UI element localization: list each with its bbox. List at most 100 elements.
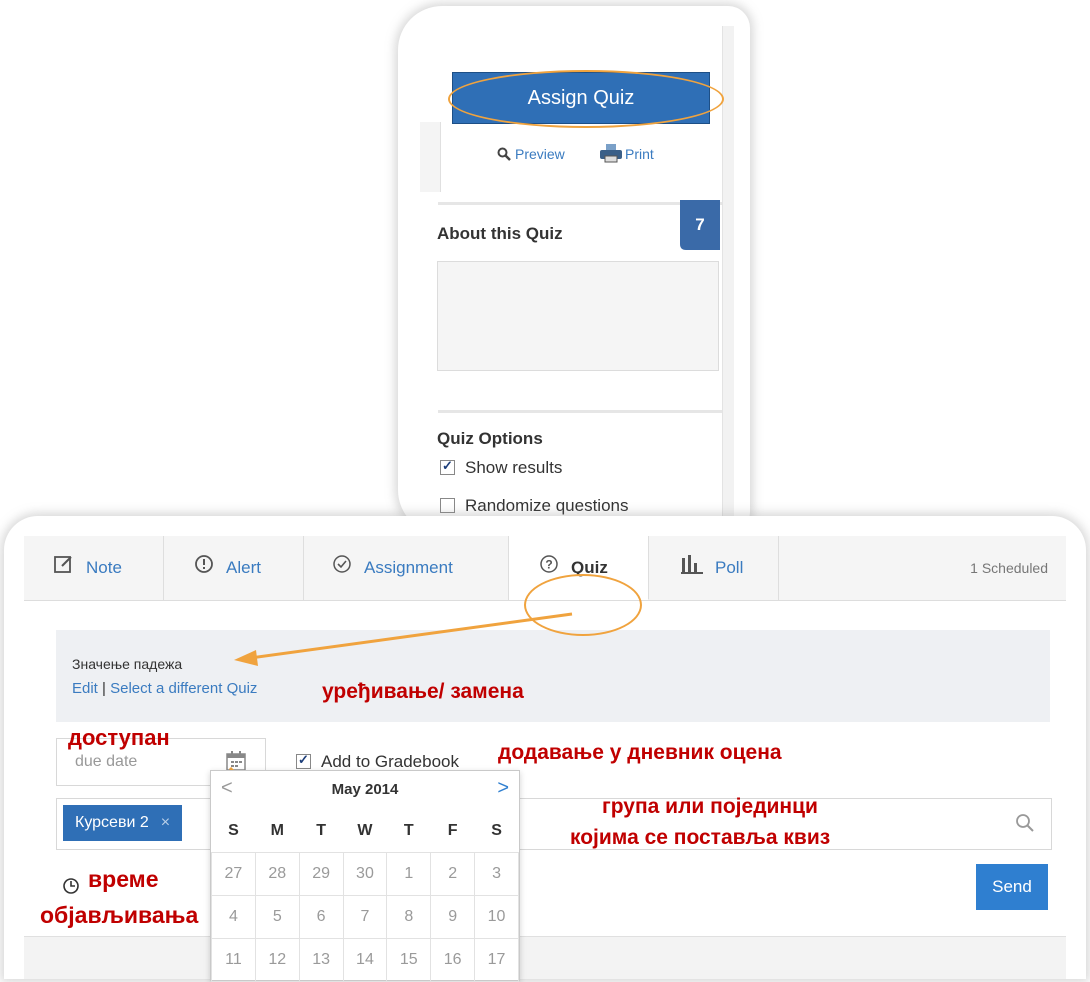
search-icon	[497, 147, 511, 161]
weekday-label: S	[474, 809, 519, 853]
calendar-day[interactable]: 7	[342, 895, 388, 939]
recipient-chip-label: Курсеви 2	[75, 814, 149, 831]
post-type-tabs: Note Alert Assignment ? Quiz Poll 1 Sched…	[24, 536, 1066, 601]
print-label: Print	[625, 146, 654, 162]
randomize-option[interactable]: Randomize questions	[440, 496, 628, 516]
calendar-month-label: May 2014	[331, 781, 399, 798]
clock-icon	[62, 877, 80, 900]
calendar-day[interactable]: 28	[254, 852, 300, 896]
date-picker: < May 2014 > S M T W T F S 27 28 29 30 1…	[210, 770, 520, 982]
due-date-placeholder: due date	[75, 753, 138, 770]
link-separator: |	[102, 680, 106, 697]
calendar-day[interactable]: 17	[474, 938, 519, 982]
calendar-day[interactable]: 14	[342, 938, 388, 982]
note-icon	[54, 537, 74, 601]
about-quiz-title: About this Quiz	[437, 224, 563, 243]
calendar-day[interactable]: 16	[430, 938, 476, 982]
calendar-day[interactable]: 2	[430, 852, 476, 896]
weekday-label: F	[430, 809, 475, 853]
search-icon[interactable]	[1015, 813, 1035, 838]
add-to-gradebook-option[interactable]: Add to Gradebook	[296, 752, 459, 772]
annotation-gradebook: додавање у дневник оцена	[498, 741, 782, 764]
quiz-name: Значење падежа	[72, 656, 183, 672]
randomize-label: Randomize questions	[465, 496, 629, 515]
annotation-time-line1: време	[88, 866, 159, 892]
calendar-day[interactable]: 3	[474, 852, 519, 896]
tab-quiz-label: Quiz	[571, 558, 608, 577]
calendar-week: 11 12 13 14 15 16 17	[211, 938, 519, 982]
weekday-label: M	[255, 809, 300, 853]
tab-note[interactable]: Note	[24, 536, 164, 600]
tab-alert[interactable]: Alert	[164, 536, 304, 600]
annotation-group-line1: група или појединци	[602, 795, 818, 818]
calendar-grid: S M T W T F S 27 28 29 30 1 2 3 4 5 6 7 …	[211, 809, 519, 982]
sidebar-edge	[420, 122, 441, 192]
calendar-day[interactable]: 6	[298, 895, 344, 939]
annotation-group-line2: којима се поставља квиз	[570, 826, 831, 849]
annotation-edit-replace: уређивање/ замена	[322, 680, 524, 703]
quiz-links: Edit | Select a different Quiz	[72, 680, 257, 697]
quiz-options-title: Quiz Options	[437, 429, 543, 448]
footer-strip	[24, 936, 1066, 979]
calendar-day[interactable]: 9	[430, 895, 476, 939]
calendar-day[interactable]: 1	[386, 852, 432, 896]
annotation-available: доступан	[68, 725, 170, 750]
calendar-day[interactable]: 10	[474, 895, 519, 939]
preview-link[interactable]: Preview	[497, 146, 565, 162]
calendar-day[interactable]: 4	[211, 895, 256, 939]
svg-text:?: ?	[545, 557, 552, 571]
select-different-quiz-link[interactable]: Select a different Quiz	[110, 680, 257, 697]
next-month-button[interactable]: >	[497, 777, 509, 800]
weekday-label: T	[299, 809, 344, 853]
weekday-label: T	[386, 809, 431, 853]
recipients-input[interactable]: Курсеви 2 ×	[56, 798, 1052, 850]
calendar-day[interactable]: 11	[211, 938, 256, 982]
print-link[interactable]: Print	[599, 143, 654, 163]
tab-note-label: Note	[86, 558, 122, 577]
show-results-label: Show results	[465, 458, 563, 477]
calendar-day[interactable]: 30	[342, 852, 388, 896]
badge-number: 7	[695, 215, 705, 234]
calendar-week: 27 28 29 30 1 2 3	[211, 852, 519, 896]
tab-poll-label: Poll	[715, 558, 744, 577]
remove-chip-icon[interactable]: ×	[161, 814, 170, 831]
question-icon: ?	[539, 537, 559, 601]
tab-quiz[interactable]: ? Quiz	[509, 536, 649, 600]
divider	[438, 410, 722, 413]
calendar-day[interactable]: 15	[386, 938, 432, 982]
check-circle-icon	[332, 537, 352, 601]
calendar-day[interactable]: 29	[298, 852, 344, 896]
alert-icon	[194, 537, 214, 601]
weekday-label: W	[343, 809, 387, 853]
tab-assignment[interactable]: Assignment	[304, 536, 509, 600]
send-button[interactable]: Send	[976, 864, 1048, 910]
weekday-row: S M T W T F S	[211, 809, 519, 853]
tab-alert-label: Alert	[226, 558, 261, 577]
printer-icon	[600, 144, 622, 163]
calendar-day[interactable]: 27	[211, 852, 256, 896]
tab-poll[interactable]: Poll	[649, 536, 779, 600]
show-results-option[interactable]: Show results	[440, 458, 562, 478]
scheduled-count[interactable]: 1 Scheduled	[970, 536, 1048, 600]
assign-quiz-button[interactable]: Assign Quiz	[452, 72, 710, 124]
weekday-label: S	[211, 809, 256, 853]
annotation-arrow	[234, 612, 573, 666]
recipient-chip[interactable]: Курсеви 2 ×	[63, 805, 183, 841]
calendar-day[interactable]: 13	[298, 938, 344, 982]
gradebook-checkbox[interactable]	[296, 752, 311, 769]
tab-assignment-label: Assignment	[364, 558, 453, 577]
about-quiz-box	[437, 261, 719, 371]
show-results-checkbox[interactable]	[440, 458, 455, 475]
calendar-day[interactable]: 5	[254, 895, 300, 939]
edit-quiz-link[interactable]: Edit	[72, 680, 98, 697]
quiz-count-badge: 7	[680, 200, 720, 250]
randomize-checkbox[interactable]	[440, 498, 455, 513]
calendar-day[interactable]: 8	[386, 895, 432, 939]
calendar-header: < May 2014 >	[211, 771, 519, 805]
calendar-week: 4 5 6 7 8 9 10	[211, 895, 519, 939]
gradebook-label: Add to Gradebook	[321, 752, 459, 771]
bar-chart-icon	[681, 537, 703, 601]
annotation-time-line2: објављивања	[40, 902, 199, 928]
calendar-day[interactable]: 12	[254, 938, 300, 982]
preview-label: Preview	[515, 146, 565, 162]
